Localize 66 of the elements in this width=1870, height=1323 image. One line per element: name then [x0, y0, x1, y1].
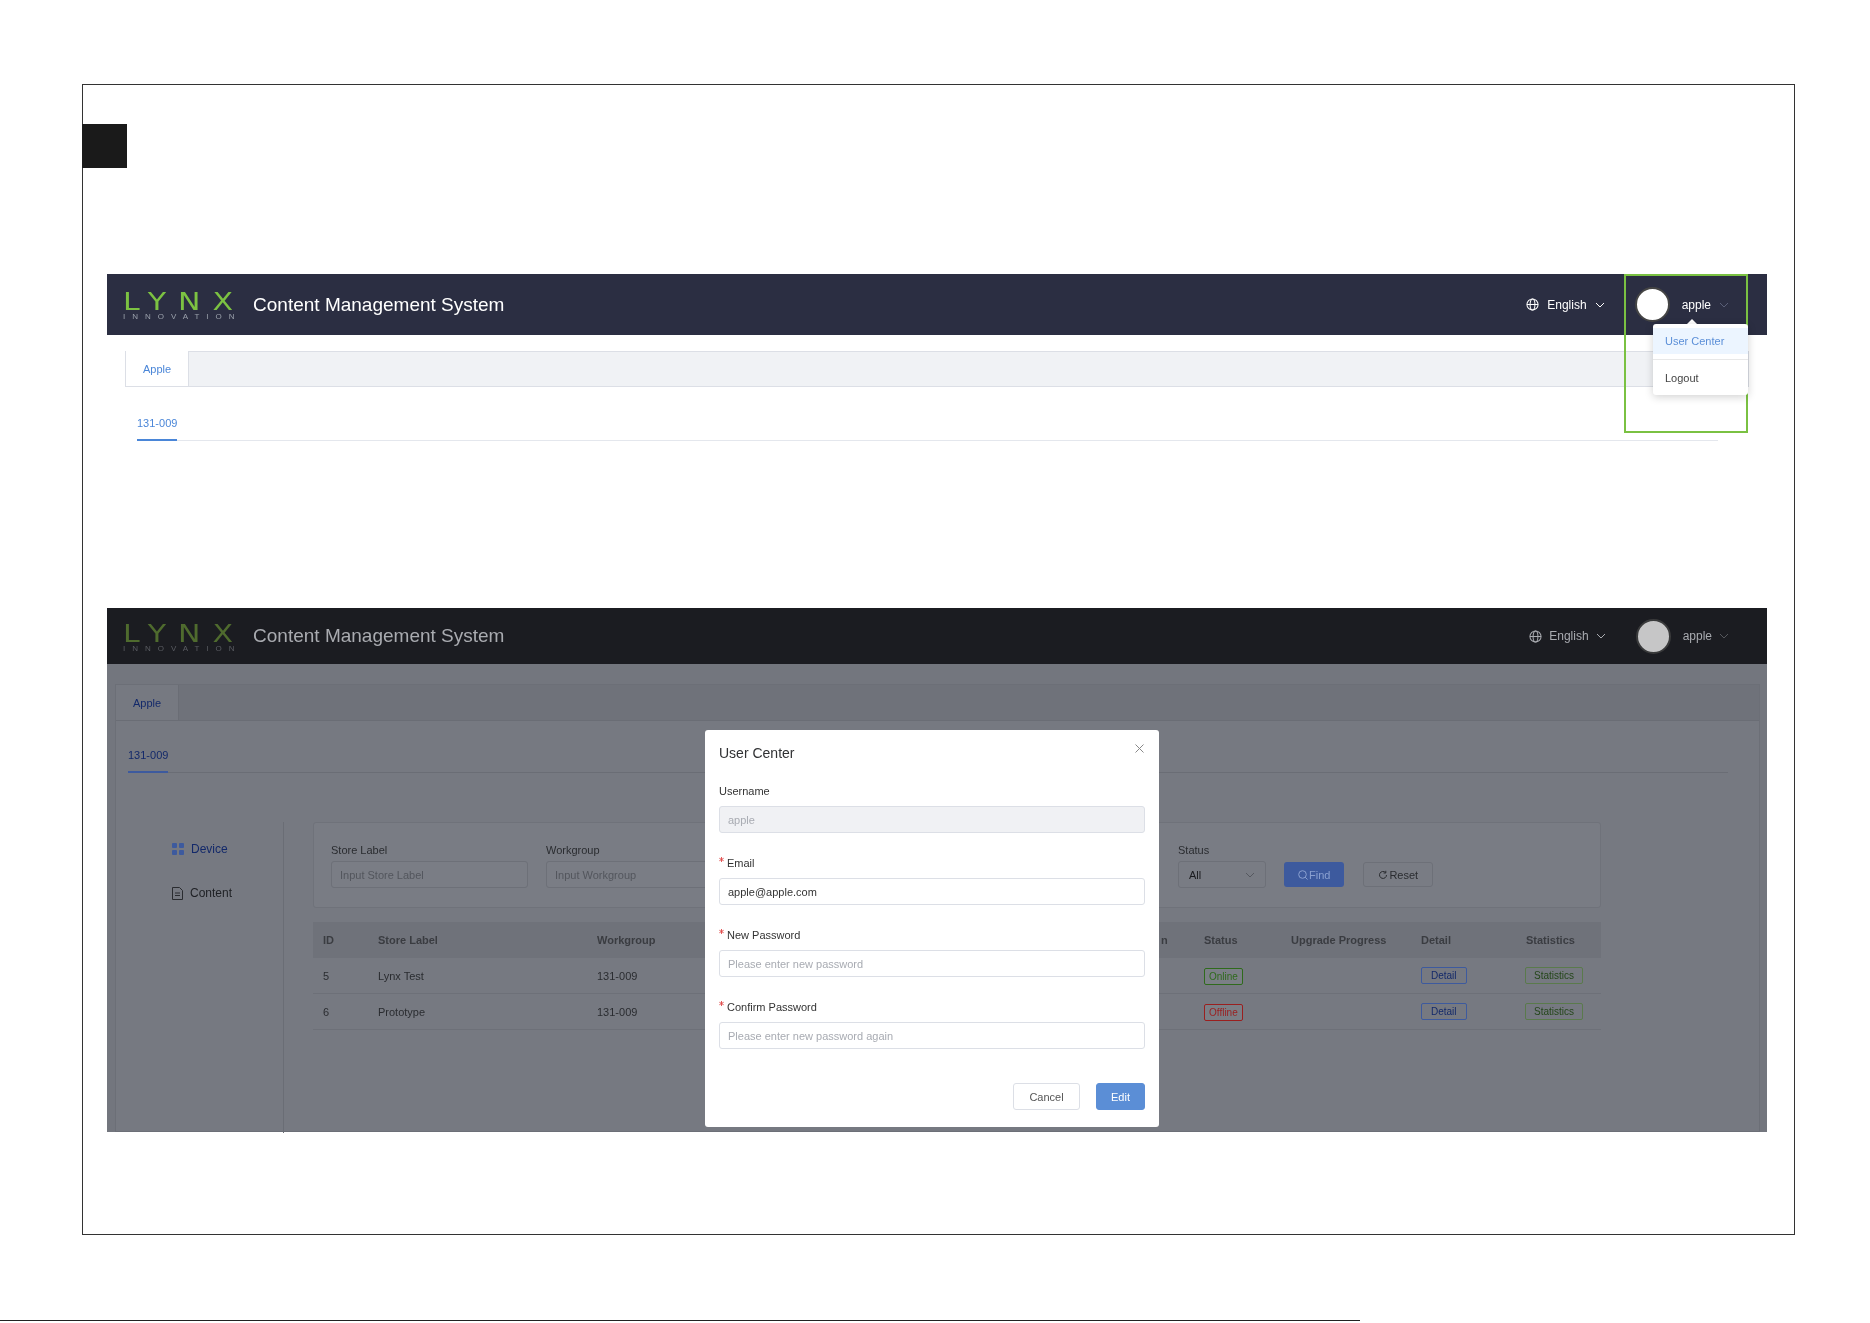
field-label: Store Label: [331, 844, 389, 856]
tab[interactable]: Apple: [126, 351, 190, 386]
search-icon: [1298, 869, 1308, 880]
close-icon[interactable]: [1135, 744, 1144, 753]
field-label: New Password: [727, 929, 801, 941]
chevron-down-icon: [1594, 301, 1605, 308]
column-header: Status: [1204, 934, 1238, 946]
sub-tab[interactable]: 131-009: [137, 409, 178, 441]
reset-button[interactable]: Reset: [1363, 862, 1434, 887]
chevron-down-icon: [1245, 871, 1255, 878]
table-cell: Prototype: [378, 1005, 426, 1018]
status-tag: Online: [1204, 967, 1243, 985]
column-header: ID: [323, 934, 334, 946]
status-tag: Offline: [1204, 1003, 1243, 1021]
section-marker: [82, 124, 127, 168]
app-title: Content Management System: [253, 293, 505, 316]
field-label: Workgroup: [546, 844, 601, 856]
statistics-button[interactable]: Statistics: [1525, 1003, 1583, 1020]
column-header: Workgroup: [597, 934, 656, 946]
chevron-down-icon: [1719, 633, 1729, 639]
grid-icon: [172, 843, 184, 855]
logo-wordmark: LYNX: [123, 292, 246, 312]
user-menu-trigger[interactable]: apple: [1682, 629, 1729, 643]
find-button[interactable]: Find: [1284, 862, 1345, 887]
refresh-icon: [1378, 869, 1389, 880]
sub-tab[interactable]: 131-009: [128, 741, 169, 773]
table-cell: 131-009: [597, 969, 638, 982]
field-label: Username: [719, 785, 770, 797]
table-cell: 5: [323, 969, 330, 982]
cancel-button[interactable]: Cancel: [1013, 1083, 1080, 1110]
table-cell: 6: [323, 1005, 330, 1018]
field-label: Confirm Password: [727, 1001, 817, 1013]
sidebar-item[interactable]: Content: [172, 886, 233, 900]
column-header: Store Label: [378, 934, 438, 946]
menu-item[interactable]: User Center: [1653, 328, 1748, 354]
sidebar-item[interactable]: Device: [172, 842, 228, 856]
column-header: n: [1161, 934, 1168, 946]
detail-button[interactable]: Detail: [1421, 967, 1467, 984]
logo-tagline: INNOVATION: [123, 313, 243, 321]
logo-wordmark: LYNX: [123, 624, 246, 644]
language-selector[interactable]: English: [1526, 297, 1605, 312]
select-field[interactable]: All: [1178, 861, 1266, 888]
avatar: [1634, 287, 1670, 322]
logo-tagline: INNOVATION: [123, 644, 243, 653]
field-label: Status: [1178, 844, 1211, 856]
document-icon: [172, 886, 183, 900]
table-cell: 131-009: [597, 1005, 638, 1018]
chevron-down-icon: [1595, 633, 1606, 639]
submit-button[interactable]: Edit: [1096, 1083, 1145, 1110]
table-cell: Lynx Test: [378, 969, 424, 982]
column-header: Statistics: [1526, 934, 1575, 946]
globe-icon: [1529, 629, 1543, 643]
statistics-button[interactable]: Statistics: [1525, 967, 1583, 984]
language-selector[interactable]: English: [1529, 629, 1606, 643]
menu-item[interactable]: Logout: [1653, 365, 1748, 391]
avatar: [1635, 618, 1671, 654]
dialog-title: User Center: [719, 745, 795, 761]
tab[interactable]: Apple: [116, 685, 180, 720]
globe-icon: [1526, 298, 1540, 311]
app-title: Content Management System: [253, 625, 505, 647]
input-field[interactable]: apple@apple.com: [719, 878, 1145, 905]
column-header: Upgrade Progress: [1291, 934, 1387, 946]
user-menu-trigger[interactable]: apple: [1681, 297, 1729, 312]
detail-button[interactable]: Detail: [1421, 1003, 1467, 1020]
column-header: Detail: [1421, 934, 1451, 946]
chevron-down-icon: [1719, 301, 1729, 308]
